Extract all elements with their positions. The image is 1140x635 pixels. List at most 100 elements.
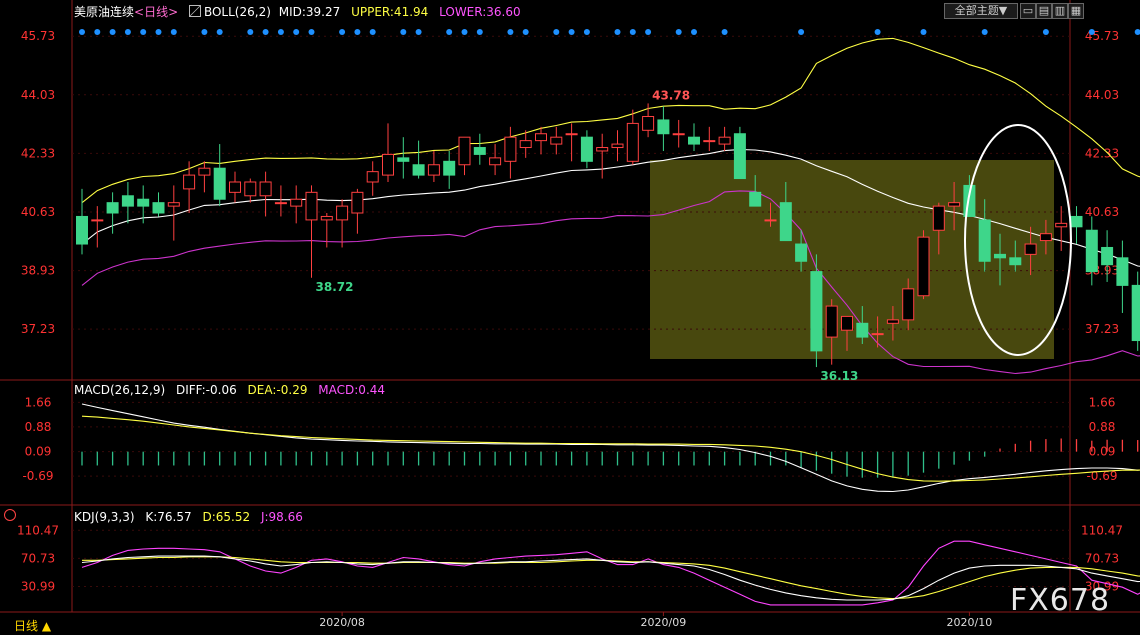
panel-layout-icon[interactable]: ▭ bbox=[1020, 3, 1036, 19]
j-value: J:98.66 bbox=[260, 510, 303, 524]
signal-dot bbox=[124, 29, 131, 35]
signal-dot bbox=[262, 29, 269, 35]
candle-body bbox=[657, 119, 670, 135]
candle-body bbox=[902, 288, 915, 321]
period-tab[interactable]: 日线 ▲ bbox=[14, 617, 51, 634]
candle-body bbox=[978, 219, 991, 262]
instrument-name[interactable]: 美原油连续 bbox=[74, 5, 134, 19]
macd-name[interactable]: MACD(26,12,9) bbox=[74, 383, 165, 397]
signal-dot bbox=[476, 29, 483, 35]
price-annotation: 43.78 bbox=[652, 88, 690, 102]
signal-dot bbox=[354, 29, 361, 35]
price-ytick-left: 45.73 bbox=[21, 29, 55, 43]
candle-body bbox=[642, 116, 655, 131]
upper-value: UPPER:41.94 bbox=[351, 5, 429, 19]
candle-body bbox=[1055, 222, 1068, 228]
signal-dot bbox=[94, 29, 101, 35]
k-value: K:76.57 bbox=[145, 510, 192, 524]
dea-value: DEA:-0.29 bbox=[247, 383, 308, 397]
boll-icon bbox=[188, 5, 201, 17]
candle-body bbox=[213, 167, 226, 200]
candle-body bbox=[1131, 284, 1140, 342]
signal-dot bbox=[293, 29, 300, 35]
price-ytick-right: 37.23 bbox=[1085, 322, 1119, 336]
candle-body bbox=[1070, 215, 1083, 228]
price-ytick-left: 40.63 bbox=[21, 205, 55, 219]
candle-body bbox=[825, 305, 838, 338]
candle-body bbox=[779, 202, 792, 242]
candle-body bbox=[810, 271, 823, 352]
candle-body bbox=[733, 133, 746, 180]
signal-dot bbox=[415, 29, 422, 35]
signal-dot bbox=[522, 29, 529, 35]
signal-dot bbox=[400, 29, 407, 35]
chart-type-icon[interactable]: ▥ bbox=[1052, 3, 1068, 19]
candle-body bbox=[795, 243, 808, 262]
candle-body bbox=[1039, 233, 1052, 242]
candle-body bbox=[688, 136, 700, 145]
signal-dot bbox=[109, 29, 116, 35]
signal-dot bbox=[568, 29, 575, 35]
signal-dot bbox=[798, 29, 805, 35]
lower-value: LOWER:36.60 bbox=[439, 5, 521, 19]
candle-body bbox=[412, 164, 425, 176]
candle-body bbox=[76, 215, 88, 245]
macd-ytick-left: 0.09 bbox=[25, 445, 52, 459]
candle-body bbox=[535, 133, 547, 142]
signal-dot bbox=[216, 29, 223, 35]
candle-body bbox=[1085, 229, 1098, 273]
signal-dot bbox=[1088, 29, 1095, 35]
signal-dot bbox=[645, 29, 652, 35]
macd-ytick-left: 0.88 bbox=[25, 420, 52, 434]
candle-body bbox=[917, 236, 930, 297]
macd-ytick-right: 1.66 bbox=[1089, 395, 1116, 409]
candle-body bbox=[121, 195, 134, 207]
macd-ytick-left: 1.66 bbox=[25, 395, 52, 409]
candle-body bbox=[198, 167, 211, 176]
candle-body bbox=[856, 322, 869, 338]
all-topics-button[interactable]: 全部主题▼ bbox=[944, 3, 1018, 19]
kdj-name[interactable]: KDJ(9,3,3) bbox=[74, 510, 135, 524]
kdj-ytick-left: 110.47 bbox=[17, 523, 59, 537]
signal-dot bbox=[691, 29, 697, 35]
price-ytick-right: 40.63 bbox=[1085, 205, 1119, 219]
kdj-settings-icon[interactable] bbox=[4, 509, 16, 521]
price-annotation: 36.13 bbox=[820, 369, 858, 383]
macd-ytick-right: 0.09 bbox=[1089, 445, 1116, 459]
mid-value: MID:39.27 bbox=[278, 5, 341, 19]
candle-body bbox=[764, 219, 777, 222]
signal-dot bbox=[170, 29, 177, 35]
xtick-label: 2020/08 bbox=[319, 616, 365, 629]
signal-dot bbox=[201, 29, 208, 35]
price-ytick-left: 42.33 bbox=[21, 146, 55, 160]
period-label[interactable]: <日线> bbox=[134, 5, 178, 19]
indicator-settings-icon[interactable]: ▤ bbox=[1036, 3, 1052, 19]
candle-body bbox=[519, 140, 532, 149]
signal-dot bbox=[721, 29, 728, 35]
candle-body bbox=[871, 333, 884, 336]
chart-canvas[interactable]: 45.73 45.7344.03 44.0342.33 42.3340.63 40.63… bbox=[0, 0, 1140, 635]
close-panel-icon[interactable]: ▦ bbox=[1068, 3, 1084, 19]
candle-body bbox=[473, 147, 486, 155]
price-ytick-left: 38.93 bbox=[21, 264, 55, 278]
signal-dot bbox=[79, 29, 85, 35]
candle-body bbox=[596, 147, 609, 152]
candle-body bbox=[366, 171, 379, 183]
signal-dot bbox=[507, 29, 514, 35]
candle-body bbox=[886, 319, 899, 324]
d-value: D:65.52 bbox=[202, 510, 251, 524]
candle-body bbox=[1024, 243, 1037, 255]
candle-body bbox=[91, 219, 104, 222]
candle-body bbox=[427, 164, 440, 176]
signal-dot bbox=[247, 29, 254, 35]
kdj-ytick-right: 110.47 bbox=[1081, 523, 1123, 537]
candle-body bbox=[443, 160, 456, 176]
candle-body bbox=[932, 205, 945, 231]
candle-body bbox=[1009, 257, 1022, 266]
signal-dot bbox=[155, 29, 162, 35]
signal-dot bbox=[614, 29, 621, 35]
candle-body bbox=[229, 181, 241, 193]
signal-dot bbox=[981, 29, 988, 35]
kdj-header: KDJ(9,3,3) K:76.57 D:65.52 J:98.66 bbox=[74, 510, 310, 524]
macd-ytick-left: -0.69 bbox=[22, 469, 53, 483]
